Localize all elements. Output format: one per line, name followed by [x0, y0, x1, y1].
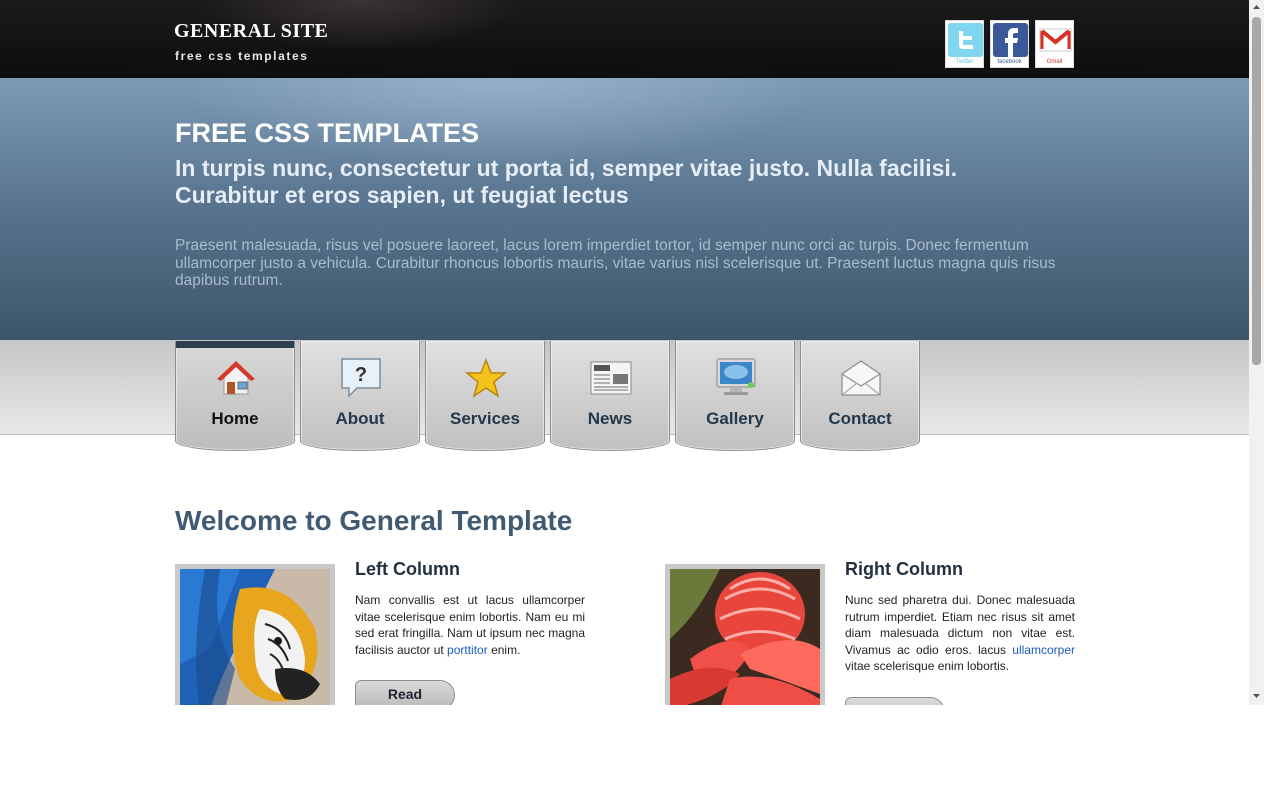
scrollbar-thumb[interactable] — [1252, 17, 1261, 365]
nav-tab-label: About — [335, 409, 385, 428]
site-header: GENERAL SITE free css templates Twitter … — [0, 0, 1249, 80]
left-column-text: Nam convallis est ut lacus ullamcorper v… — [355, 592, 585, 658]
monitor-icon — [716, 358, 756, 395]
left-column-image — [175, 564, 335, 705]
hero-subtitle: In turpis nunc, consectetur ut porta id,… — [175, 155, 958, 208]
nav-tab-label: Contact — [828, 409, 892, 428]
nav-tab-about[interactable]: ? About — [300, 341, 420, 451]
question-bubble-icon: ? — [341, 358, 381, 398]
vertical-scrollbar[interactable] — [1249, 0, 1264, 705]
star-icon — [464, 357, 508, 398]
left-column-text-after: enim. — [487, 642, 521, 657]
facebook-caption: facebook — [997, 59, 1022, 65]
nav-tab-label: News — [587, 409, 633, 428]
browser-viewport: GENERAL SITE free css templates Twitter … — [0, 0, 1249, 705]
parrot-photo — [180, 569, 330, 705]
nav-tab-gallery[interactable]: Gallery — [675, 341, 795, 451]
hero-title: FREE CSS TEMPLATES — [175, 118, 480, 148]
nav-tab-news[interactable]: News — [550, 341, 670, 451]
right-column-text: Nunc sed pharetra dui. Donec malesuada r… — [845, 592, 1075, 675]
nav-tab-services[interactable]: Services — [425, 341, 545, 451]
nav-tab-contact[interactable]: Contact — [800, 341, 920, 451]
gmail-icon — [1039, 28, 1072, 52]
right-column-text-after: vitae scelerisque enim lobortis. — [845, 659, 1010, 674]
welcome-heading: Welcome to General Template — [175, 505, 573, 536]
right-column-image — [665, 564, 825, 705]
house-icon — [217, 361, 255, 395]
hero-banner: FREE CSS TEMPLATES In turpis nunc, conse… — [0, 78, 1249, 340]
left-column-link[interactable]: porttitor — [447, 643, 488, 657]
scroll-down-arrow-icon[interactable] — [1249, 688, 1264, 703]
facebook-icon — [993, 23, 1028, 57]
svg-text:?: ? — [355, 364, 367, 386]
site-tagline: free css templates — [175, 49, 309, 63]
facebook-link[interactable]: facebook — [990, 20, 1029, 68]
flower-photo — [670, 569, 820, 705]
nav-tab-home[interactable]: Home — [175, 341, 295, 451]
nav-tab-label: Services — [450, 409, 520, 428]
envelope-icon — [841, 360, 881, 396]
right-column-link[interactable]: ullamcorper — [1012, 643, 1075, 657]
hero-text: Praesent malesuada, risus vel posuere la… — [175, 237, 1056, 289]
scroll-up-arrow-icon[interactable] — [1249, 0, 1264, 15]
gmail-link[interactable]: Gmail — [1035, 20, 1074, 68]
left-read-button[interactable]: Read — [355, 680, 455, 705]
twitter-icon — [948, 23, 983, 57]
twitter-caption: Twitter — [955, 59, 974, 65]
nav-tab-label: Home — [211, 409, 259, 428]
newspaper-icon — [590, 361, 632, 395]
gmail-caption: Gmail — [1046, 59, 1063, 65]
nav-tab-label: Gallery — [706, 409, 764, 428]
right-column-title: Right Column — [845, 559, 963, 579]
twitter-link[interactable]: Twitter — [945, 20, 984, 68]
site-title[interactable]: GENERAL SITE — [174, 20, 328, 43]
left-column-title: Left Column — [355, 559, 460, 579]
right-read-button[interactable]: Read — [845, 697, 945, 705]
